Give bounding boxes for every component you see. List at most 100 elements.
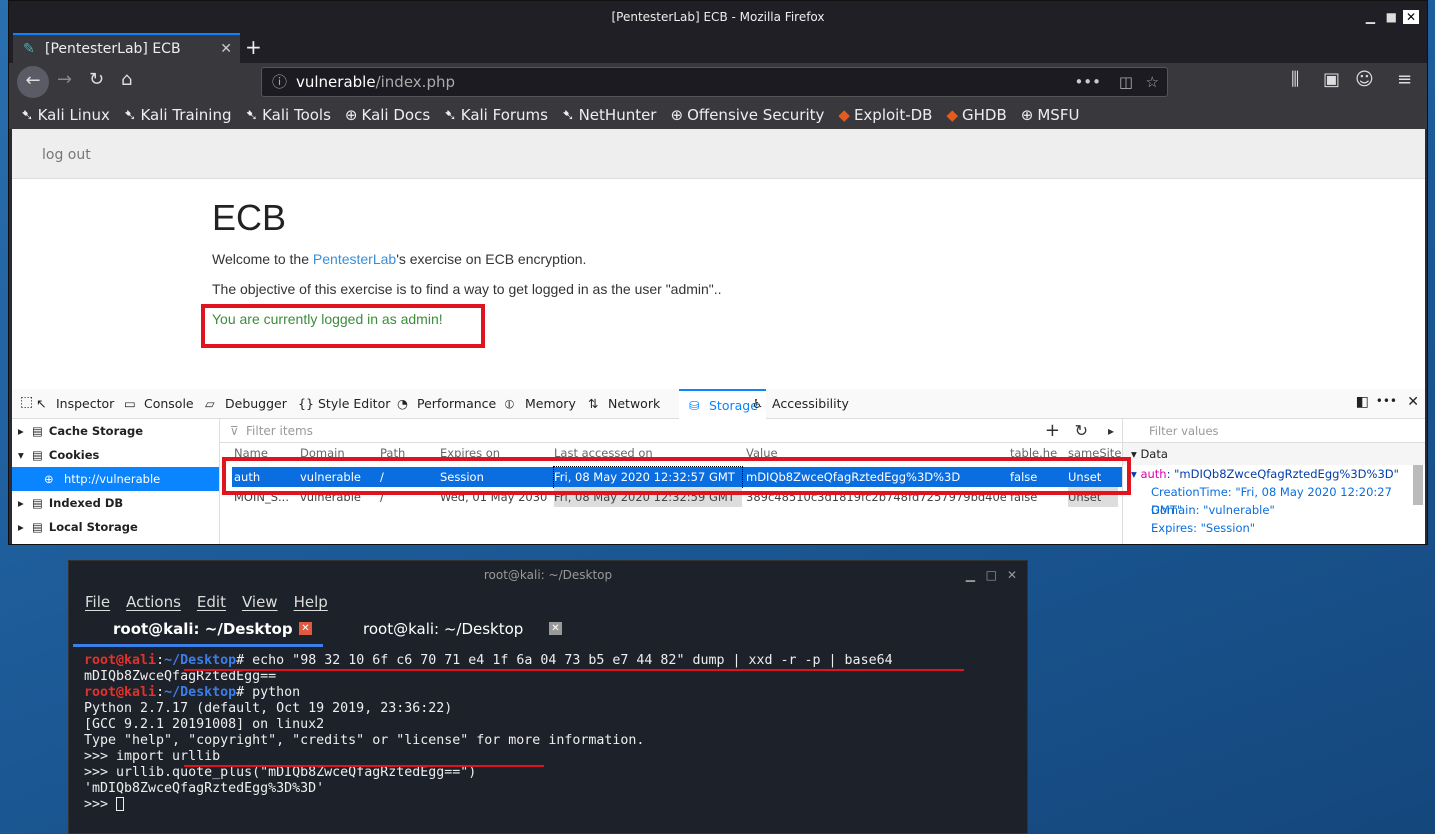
tab-inspector[interactable]: ↖ Inspector: [26, 389, 122, 419]
tab-icon: ⇅: [588, 396, 599, 411]
bookmark-msfu[interactable]: ⊕ MSFU: [1021, 106, 1080, 124]
terminal-tab-1[interactable]: root@kali: ~/Desktop ✕: [73, 617, 323, 647]
scrollbar[interactable]: [1413, 465, 1423, 505]
bookmark-label: Kali Tools: [262, 106, 331, 124]
sidebar-item-local-storage[interactable]: ▸ ▤ Local Storage: [12, 515, 219, 539]
close-window-button[interactable]: ✕: [1402, 10, 1419, 24]
tab-icon: ⛁: [689, 398, 700, 413]
menu-file[interactable]: File: [85, 593, 110, 611]
bookmark-star-icon[interactable]: ☆: [1146, 68, 1159, 96]
back-button[interactable]: ←: [17, 66, 49, 98]
bookmark-ghdb[interactable]: ◆ GHDB: [946, 106, 1006, 124]
menu-icon[interactable]: ≡: [1397, 69, 1412, 90]
bookmark-nethunter[interactable]: ➷ NetHunter: [562, 106, 656, 124]
close-tab-icon[interactable]: ✕: [549, 622, 562, 635]
terminal-line: >>> urllib.quote_plus("mDIQb8ZwceQfagRzt…: [84, 765, 477, 780]
terminal-tab-2[interactable]: root@kali: ~/Desktop ✕: [329, 617, 569, 647]
kali-dragon-icon: ➷: [444, 106, 457, 124]
tab-memory[interactable]: ⦶ Memory: [495, 389, 584, 419]
library-icon[interactable]: ⫼: [1291, 69, 1299, 90]
tab-network[interactable]: ⇅ Network: [578, 389, 668, 419]
menu-edit[interactable]: Edit: [197, 593, 226, 611]
web-page: log out ECB Welcome to the PentesterLab'…: [12, 129, 1425, 389]
sidebar-label: http://vulnerable: [64, 472, 161, 486]
tab-icon: ♿: [752, 396, 764, 411]
storage-icon: ▤: [32, 520, 43, 534]
bookmark-label: Kali Forums: [460, 106, 548, 124]
forward-button[interactable]: →: [57, 69, 72, 90]
bookmark-kali-forums[interactable]: ➷ Kali Forums: [444, 106, 548, 124]
bookmark-kali-training[interactable]: ➷ Kali Training: [124, 106, 232, 124]
storage-icon: ▤: [32, 496, 43, 510]
close-tab-icon[interactable]: ✕: [299, 622, 312, 635]
bookmark-kali-linux[interactable]: ➷ Kali Linux: [21, 106, 110, 124]
tab-label: Performance: [417, 396, 497, 411]
more-options-icon[interactable]: •••: [1376, 394, 1397, 408]
sidebar-icon[interactable]: ▣: [1323, 69, 1340, 90]
menu-view[interactable]: View: [242, 593, 278, 611]
terminal-output[interactable]: root@kali:~/Desktop# echo "98 32 10 6f c…: [69, 647, 1027, 813]
sidebar-item-cookies[interactable]: ▾ ▤ Cookies: [12, 443, 219, 467]
reload-button[interactable]: ↻: [89, 69, 104, 90]
maximize-button[interactable]: □: [986, 561, 997, 589]
bookmark-kali-tools[interactable]: ➷ Kali Tools: [246, 106, 331, 124]
firefox-window: [PentesterLab] ECB - Mozilla Firefox ▁ ■ ✕…: [8, 0, 1428, 545]
bookmark-exploit-db[interactable]: ◆ Exploit-DB: [838, 106, 932, 124]
browser-tab[interactable]: ✎ [PentesterLab] ECB ✕: [13, 33, 240, 63]
toggle-sidebar-icon[interactable]: ▸: [1108, 419, 1114, 443]
terminal-window: root@kali: ~/Desktop ▁ □ ✕ File Actions Edit…: [68, 560, 1028, 834]
base64-output: mDIQb8ZwceQfagRztedEgg==: [84, 669, 277, 684]
window-titlebar: [PentesterLab] ECB - Mozilla Firefox ▁ ■ ✕: [9, 1, 1427, 33]
close-devtools-icon[interactable]: ✕: [1407, 394, 1419, 410]
tab-accessibility[interactable]: ♿ Accessibility: [742, 389, 857, 419]
underline-annotation: [184, 765, 544, 767]
bookmark-label: Kali Linux: [37, 106, 110, 124]
pentesterlab-link[interactable]: PentesterLab: [313, 251, 396, 267]
menu-actions[interactable]: Actions: [126, 593, 181, 611]
new-tab-button[interactable]: +: [245, 35, 262, 59]
account-icon[interactable]: ☺: [1355, 69, 1374, 90]
tab-label: Memory: [525, 396, 576, 411]
underline-annotation: [184, 669, 964, 671]
tab-label: Network: [608, 396, 661, 411]
tab-icon: ◔: [397, 396, 408, 411]
tab-icon: ⦶: [505, 396, 515, 411]
tab-performance[interactable]: ◔ Performance: [387, 389, 504, 419]
terminal-line: [GCC 9.2.1 20191008] on linux2: [84, 717, 325, 732]
terminal-line: >>>: [84, 797, 1027, 813]
bookmark-label: Kali Docs: [361, 106, 431, 124]
data-header: ▾ Data: [1123, 443, 1425, 465]
page-heading: ECB: [212, 197, 287, 238]
tab-icon: ▱: [205, 396, 215, 411]
maximize-button[interactable]: ■: [1386, 1, 1397, 33]
sidebar-item-cache-storage[interactable]: ▸ ▤ Cache Storage: [12, 419, 219, 443]
sidebar-label: Local Storage: [48, 520, 138, 534]
dock-icon[interactable]: ◧: [1356, 394, 1369, 410]
pocket-icon[interactable]: ◫: [1119, 68, 1133, 96]
data-auth-entry[interactable]: ▾ auth: "mDIQb8ZwceQfagRztedEgg%3D%3D": [1123, 465, 1425, 483]
menu-help[interactable]: Help: [294, 593, 328, 611]
tab-debugger[interactable]: ▱ Debugger: [195, 389, 295, 419]
sidebar-item-http-vulnerable[interactable]: ⊕ http://vulnerable: [12, 467, 219, 491]
kali-dragon-icon: ➷: [21, 106, 34, 124]
tab-console[interactable]: ▭ Console: [114, 389, 202, 419]
tab-icon: ↖: [36, 396, 47, 411]
filter-items-input[interactable]: ⊽ Filter items + ↻ ▸: [220, 419, 1122, 443]
bookmark-kali-docs[interactable]: ⊕ Kali Docs: [345, 106, 430, 124]
minimize-button[interactable]: ▁: [966, 561, 975, 589]
logout-link[interactable]: log out: [42, 147, 91, 163]
close-tab-icon[interactable]: ✕: [220, 35, 232, 63]
url-bar[interactable]: ⓘ vulnerable/index.php ••• ◫ ☆: [261, 67, 1168, 97]
page-actions-icon[interactable]: •••: [1074, 68, 1101, 96]
data-property: Expires: "Session": [1151, 521, 1256, 535]
bookmark-offensive-security[interactable]: ⊕ Offensive Security: [670, 106, 824, 124]
add-item-icon[interactable]: +: [1045, 419, 1060, 443]
tab-style-editor[interactable]: {} Style Editor: [288, 389, 398, 419]
home-button[interactable]: ⌂: [121, 69, 132, 90]
sidebar-item-indexed-db[interactable]: ▸ ▤ Indexed DB: [12, 491, 219, 515]
window-title: [PentesterLab] ECB - Mozilla Firefox: [611, 10, 825, 24]
refresh-icon[interactable]: ↻: [1075, 419, 1088, 443]
close-button[interactable]: ✕: [1007, 561, 1017, 589]
minimize-button[interactable]: ▁: [1366, 1, 1375, 33]
filter-values-input[interactable]: Filter values: [1123, 419, 1425, 443]
